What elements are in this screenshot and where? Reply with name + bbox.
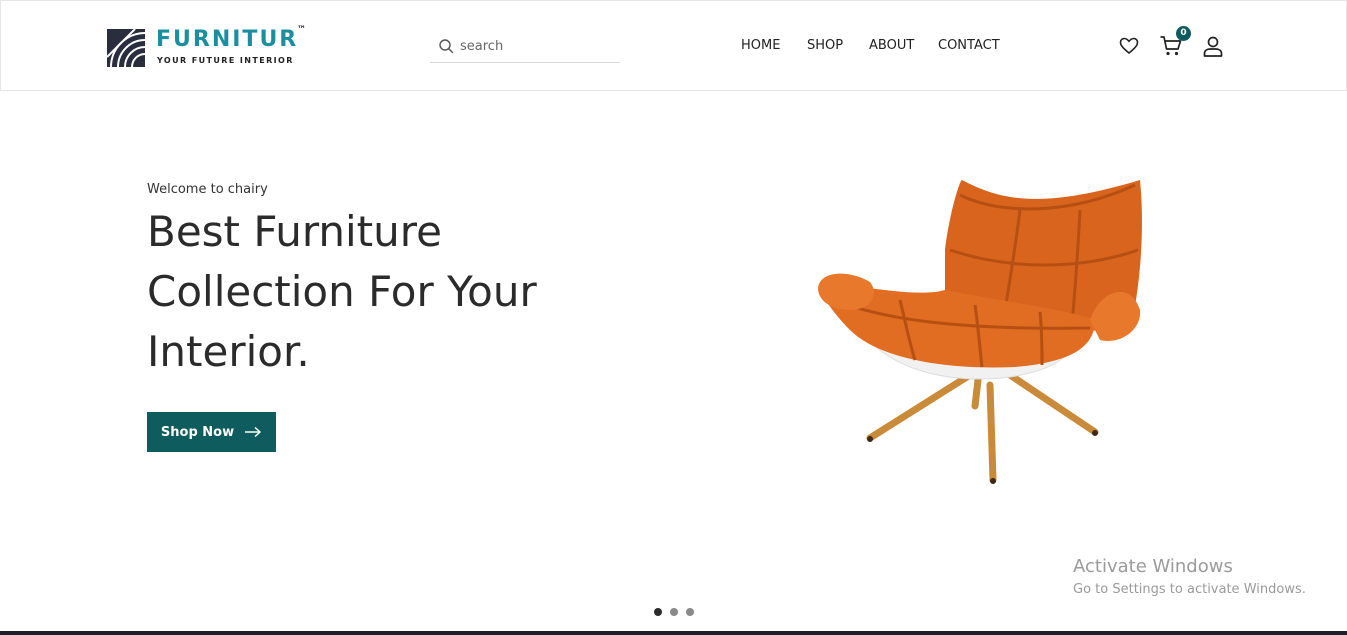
search-icon[interactable] bbox=[438, 38, 454, 54]
brand-tagline: YOUR FUTURE INTERIOR bbox=[157, 56, 294, 65]
nav-shop[interactable]: SHOP bbox=[807, 38, 843, 53]
bottom-edge-bar bbox=[0, 631, 1347, 635]
heart-icon[interactable] bbox=[1119, 37, 1139, 55]
hero-welcome-text: Welcome to chairy bbox=[147, 182, 268, 197]
trademark-symbol: ™ bbox=[297, 25, 306, 35]
carousel-dot-3[interactable] bbox=[686, 608, 694, 616]
search-bar bbox=[430, 31, 620, 63]
shop-now-label: Shop Now bbox=[160, 424, 235, 440]
headline-line-2: Collection For Your bbox=[147, 267, 537, 316]
carousel-dot-2[interactable] bbox=[670, 608, 678, 616]
hero-chair-image bbox=[818, 180, 1142, 484]
shop-now-button[interactable]: Shop Now bbox=[147, 412, 276, 452]
nav-home[interactable]: HOME bbox=[741, 38, 780, 53]
carousel-dot-1[interactable] bbox=[654, 608, 662, 616]
brand-logo[interactable]: FURNITUR ™ YOUR FUTURE INTERIOR bbox=[107, 25, 317, 69]
hero-headline: Best Furniture Collection For Your Inter… bbox=[147, 202, 667, 382]
brand-name: FURNITUR bbox=[156, 27, 299, 52]
search-input[interactable] bbox=[460, 35, 610, 57]
watermark-title: Activate Windows bbox=[1073, 556, 1233, 577]
watermark-subtitle: Go to Settings to activate Windows. bbox=[1073, 582, 1306, 597]
site-header: FURNITUR ™ YOUR FUTURE INTERIOR HOME SHO… bbox=[0, 0, 1347, 91]
nav-contact[interactable]: CONTACT bbox=[938, 38, 1000, 53]
user-icon[interactable] bbox=[1202, 35, 1224, 57]
arrow-right-icon bbox=[245, 426, 262, 438]
nav-about[interactable]: ABOUT bbox=[869, 38, 914, 53]
headline-line-3: Interior. bbox=[147, 327, 310, 376]
windows-activation-watermark: Activate Windows Go to Settings to activ… bbox=[1073, 555, 1306, 599]
headline-line-1: Best Furniture bbox=[147, 207, 442, 256]
logo-mark-icon bbox=[107, 29, 145, 67]
cart-count-badge: 0 bbox=[1176, 26, 1191, 41]
